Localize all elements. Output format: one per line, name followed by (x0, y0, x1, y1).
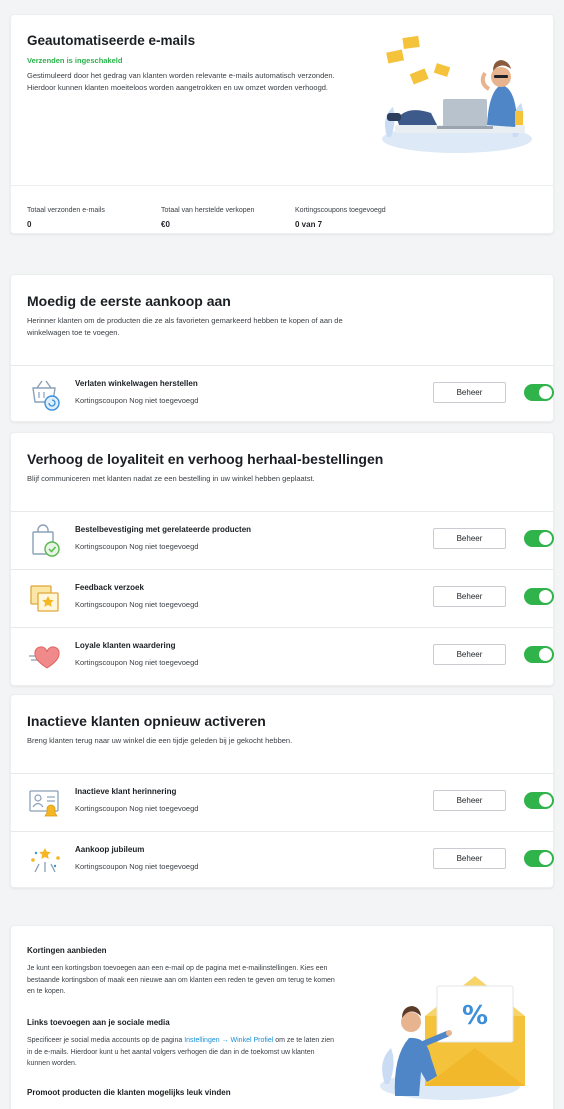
hero-divider (11, 185, 553, 186)
section-description: Blijf communiceren met klanten nadat ze … (27, 474, 315, 483)
automated-emails-card: Geautomatiseerde e-mails Verzenden is in… (10, 14, 554, 234)
heart-icon (29, 646, 60, 669)
stat-recovered-sales: Totaal van herstelde verkopen €0 (161, 207, 254, 229)
row-coupon-status: Kortingscoupon Nog niet toegevoegd (75, 804, 199, 813)
stat-coupons-added: Kortingscoupons toegevoegd 0 van 7 (295, 207, 386, 229)
email-row-inactive-reminder: Inactieve klant herinnering Kortingscoup… (11, 773, 554, 831)
stat-label: Totaal van herstelde verkopen (161, 207, 255, 214)
manage-button[interactable]: Beheer (433, 848, 506, 869)
enable-toggle[interactable] (524, 588, 554, 605)
row-coupon-status: Kortingscoupon Nog niet toegevoegd (75, 542, 199, 551)
enable-toggle[interactable] (524, 646, 554, 663)
row-coupon-status: Kortingscoupon Nog niet toegevoegd (75, 862, 199, 871)
row-title: Loyale klanten waardering (75, 641, 176, 650)
social-heading: Links toevoegen aan je sociale media (27, 1018, 170, 1027)
row-coupon-status: Kortingscoupon Nog niet toegevoegd (75, 600, 199, 609)
row-title: Bestelbevestiging met gerelateerde produ… (75, 525, 252, 534)
enable-toggle[interactable] (524, 530, 554, 547)
feedback-star-icon (30, 585, 59, 612)
sending-status: Verzenden is ingeschakeld (27, 56, 123, 65)
row-title: Feedback verzoek (75, 583, 144, 592)
enable-toggle[interactable] (524, 792, 554, 809)
stat-sent-emails: Totaal verzonden e-mails 0 (27, 207, 105, 229)
toggle-knob (539, 590, 552, 603)
promote-heading: Promoot producten die klanten mogelijks … (27, 1088, 231, 1097)
row-title: Verlaten winkelwagen herstellen (75, 379, 198, 388)
manage-button[interactable]: Beheer (433, 644, 506, 665)
enable-toggle[interactable] (524, 384, 554, 401)
section-first-purchase: Moedig de eerste aankoop aan Herinner kl… (10, 274, 554, 422)
email-row-feedback-request: Feedback verzoek Kortingscoupon Nog niet… (11, 569, 554, 627)
enable-toggle[interactable] (524, 850, 554, 867)
celebration-icon (31, 848, 60, 873)
row-coupon-status: Kortingscoupon Nog niet toegevoegd (75, 658, 199, 667)
stat-label: Kortingscoupons toegevoegd (295, 207, 386, 214)
tips-card: Kortingen aanbieden Je kunt een kortings… (10, 925, 554, 1109)
svg-text:%: % (462, 1001, 488, 1031)
toggle-knob (539, 386, 552, 399)
section-title: Verhoog de loyaliteit en verhoog herhaal… (27, 451, 384, 467)
email-row-loyal-customers: Loyale klanten waardering Kortingscoupon… (11, 627, 554, 685)
discounts-heading: Kortingen aanbieden (27, 946, 107, 955)
social-text-before: Specificeer je social media accounts op … (27, 1037, 185, 1044)
section-reactivate: Inactieve klanten opnieuw activeren Bren… (10, 694, 554, 888)
toggle-knob (539, 532, 552, 545)
toggle-knob (539, 648, 552, 661)
email-row-abandoned-cart: Verlaten winkelwagen herstellen Kortings… (11, 365, 554, 423)
relaxing-man-illustration (382, 35, 532, 153)
email-row-order-confirmation: Bestelbevestiging met gerelateerde produ… (11, 511, 554, 569)
manage-button[interactable]: Beheer (433, 382, 506, 403)
social-text: Specificeer je social media accounts op … (27, 1035, 337, 1070)
email-row-purchase-anniversary: Aankoop jubileum Kortingscoupon Nog niet… (11, 831, 554, 889)
section-loyalty: Verhoog de loyaliteit en verhoog herhaal… (10, 432, 554, 686)
profile-bell-icon (29, 790, 59, 817)
manage-button[interactable]: Beheer (433, 586, 506, 607)
toggle-knob (539, 852, 552, 865)
manage-button[interactable]: Beheer (433, 528, 506, 549)
manage-button[interactable]: Beheer (433, 790, 506, 811)
shopping-bag-check-icon (32, 524, 60, 557)
row-coupon-status: Kortingscoupon Nog niet toegevoegd (75, 396, 199, 405)
envelope-discount-illustration: % (380, 976, 525, 1100)
hero-description: Gestimuleerd door het gedrag van klanten… (27, 71, 335, 92)
stat-value: 0 van 7 (295, 220, 323, 229)
stat-value: 0 (27, 220, 32, 229)
toggle-knob (539, 794, 552, 807)
stat-value: €0 (161, 220, 170, 229)
cart-restore-icon (32, 380, 60, 411)
row-title: Inactieve klant herinnering (75, 787, 177, 796)
store-profile-link[interactable]: Instellingen → Winkel Profiel (184, 1037, 273, 1044)
section-description: Breng klanten terug naar uw winkel die e… (27, 736, 293, 745)
discounts-text: Je kunt een kortingsbon toevoegen aan ee… (27, 965, 335, 995)
section-title: Moedig de eerste aankoop aan (27, 293, 231, 309)
section-title: Inactieve klanten opnieuw activeren (27, 713, 266, 729)
page-title: Geautomatiseerde e-mails (27, 33, 196, 48)
row-title: Aankoop jubileum (75, 845, 145, 854)
section-description: Herinner klanten om de producten die ze … (27, 316, 343, 337)
stat-label: Totaal verzonden e-mails (27, 207, 105, 214)
